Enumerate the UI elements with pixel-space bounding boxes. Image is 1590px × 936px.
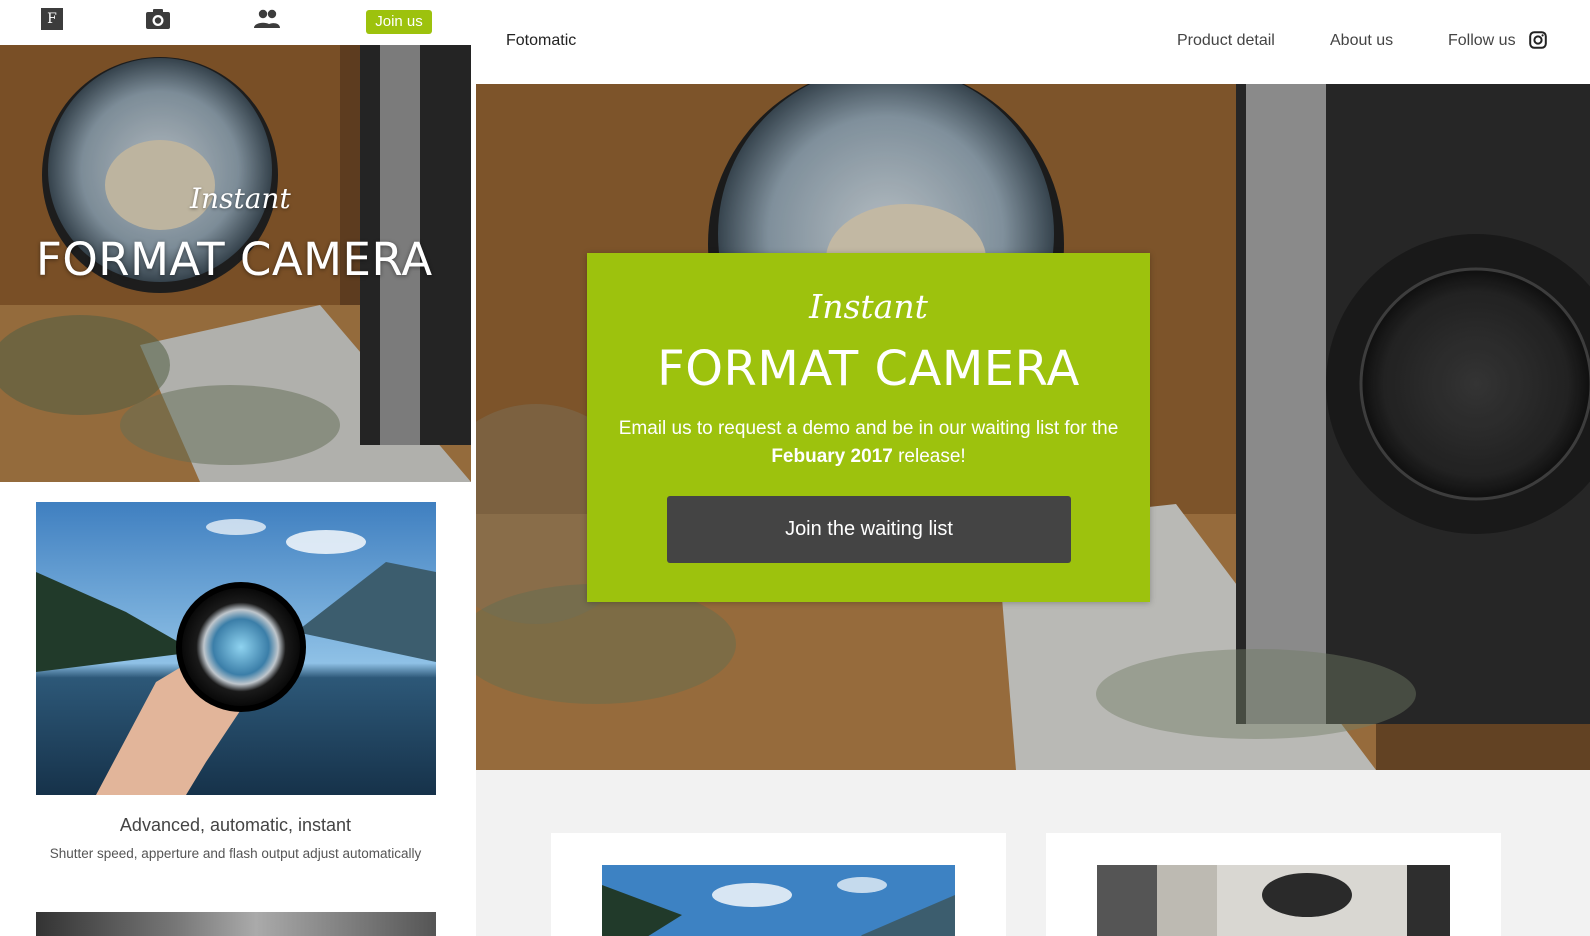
callout-title: FORMAT CAMERA — [657, 341, 1080, 397]
join-us-button[interactable]: Join us — [366, 10, 432, 34]
feature-card-1-photo — [602, 865, 955, 936]
callout-text-after: release! — [892, 446, 966, 467]
hero-script-text: Instant — [190, 182, 291, 215]
nav-link-about-us[interactable]: About us — [1330, 32, 1393, 50]
feature-title: Advanced, automatic, instant — [119, 815, 352, 835]
mobile-top-bar: F Join us — [0, 0, 471, 44]
camera-icon[interactable] — [145, 8, 171, 30]
nav-link-follow-us[interactable]: Follow us — [1448, 32, 1516, 50]
callout-text-date: Febuary 2017 — [771, 446, 893, 467]
callout-description: Email us to request a demo and be in our… — [587, 415, 1150, 471]
mobile-hero-image: Instant FORMAT CAMERA — [0, 45, 471, 482]
nav-link-product-detail[interactable]: Product detail — [1177, 32, 1275, 50]
logo-icon[interactable]: F — [41, 8, 63, 30]
feature-card-2 — [1046, 833, 1501, 936]
feature-card-1 — [551, 833, 1006, 936]
callout-script-text: Instant — [809, 287, 928, 326]
hero-callout-box: Instant FORMAT CAMERA Email us to reques… — [587, 253, 1150, 602]
join-waiting-list-button[interactable]: Join the waiting list — [667, 496, 1071, 563]
callout-text-before: Email us to request a demo and be in our… — [618, 418, 1119, 439]
feature-subtitle: Shutter speed, apperture and flash outpu… — [49, 846, 422, 861]
mobile-preview: F Join us Instant FORMAT CAMERA Advanced… — [0, 0, 471, 936]
people-icon[interactable] — [253, 8, 280, 30]
lens-photo — [36, 502, 436, 795]
brand-name[interactable]: Fotomatic — [506, 32, 576, 50]
instagram-icon[interactable] — [1529, 31, 1547, 49]
hero-title: FORMAT CAMERA — [36, 233, 433, 286]
feature-card-2-photo — [1097, 865, 1450, 936]
top-navigation: Fotomatic Product detail About us Follow… — [476, 0, 1590, 84]
desktop-page: Fotomatic Product detail About us Follow… — [476, 0, 1590, 936]
next-card-photo — [36, 912, 436, 936]
